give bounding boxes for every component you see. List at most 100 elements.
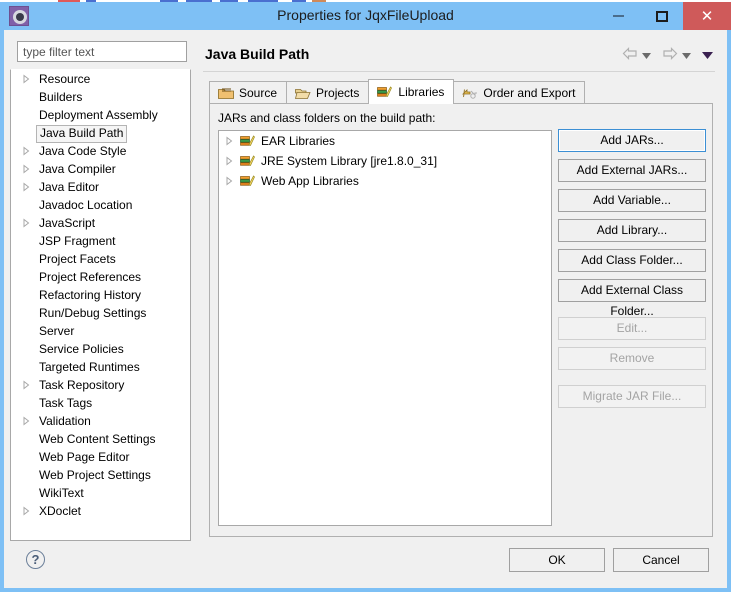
sidebar-item-run-debug-settings[interactable]: Run/Debug Settings [11,304,190,322]
order-export-arrows-icon [462,89,478,99]
sidebar-item-label: Targeted Runtimes [39,360,140,374]
sidebar-item-label: Deployment Assembly [39,108,158,122]
sidebar-item-service-policies[interactable]: Service Policies [11,340,190,358]
close-icon: ✕ [700,7,714,25]
sidebar-item-validation[interactable]: Validation [11,412,190,430]
expand-chevron-right-icon[interactable] [22,74,30,84]
expand-chevron-right-icon[interactable] [22,416,30,426]
sidebar-item-label: Run/Debug Settings [39,306,147,320]
sidebar-item-label: Validation [39,414,91,428]
sidebar-item-java-editor[interactable]: Java Editor [11,178,190,196]
sidebar-item-label: Project Facets [39,252,116,266]
tab-label: Projects [316,86,360,100]
expand-chevron-right-icon[interactable] [22,218,30,228]
sidebar-item-label: Java Editor [39,180,100,194]
library-tree-label: JRE System Library [jre1.8.0_31] [261,154,438,168]
sidebar-item-server[interactable]: Server [11,322,190,340]
sidebar-item-web-page-editor[interactable]: Web Page Editor [11,448,190,466]
expand-chevron-right-icon[interactable] [225,136,233,146]
library-tree-label: EAR Libraries [261,134,336,148]
forward-menu-chevron-down-icon[interactable] [682,48,691,62]
sidebar-item-label: Resource [39,72,91,86]
expand-chevron-right-icon[interactable] [22,164,30,174]
library-books-icon [377,86,393,98]
sidebar-item-wikitext[interactable]: WikiText [11,484,190,502]
tab-libraries[interactable]: Libraries [368,79,455,104]
expand-chevron-right-icon[interactable] [22,182,30,192]
back-menu-chevron-down-icon[interactable] [642,48,651,62]
expand-chevron-right-icon[interactable] [22,380,30,390]
settings-tree[interactable]: Resource Builders Deployment Assembly Java … [10,69,191,541]
library-tree-row[interactable]: EAR Libraries [219,131,551,151]
sidebar-item-label: Javadoc Location [39,198,133,212]
build-path-label: JARs and class folders on the build path… [218,111,436,125]
sidebar-item-deployment-assembly[interactable]: Deployment Assembly [11,106,190,124]
sidebar-item-web-project-settings[interactable]: Web Project Settings [11,466,190,484]
expand-chevron-right-icon[interactable] [22,146,30,156]
libraries-tree[interactable]: EAR Libraries JRE System Library [jre1.8.… [218,130,552,526]
page-nav-icons [622,47,713,63]
tab-label: Source [239,86,278,100]
add-jars-button[interactable]: Add JARs... [558,129,706,152]
forward-arrow-icon[interactable] [662,47,678,63]
sidebar-item-java-build-path[interactable]: Java Build Path [11,124,190,143]
sidebar-item-xdoclet[interactable]: XDoclet [11,502,190,520]
sidebar-item-web-content-settings[interactable]: Web Content Settings [11,430,190,448]
sidebar-item-project-references[interactable]: Project References [11,268,190,286]
sidebar-item-project-facets[interactable]: Project Facets [11,250,190,268]
add-variable-button[interactable]: Add Variable... [558,189,706,212]
page-menu-chevron-down-filled-icon[interactable] [702,48,713,62]
sidebar-item-task-tags[interactable]: Task Tags [11,394,190,412]
edit-button: Edit... [558,317,706,340]
properties-dialog-window: Properties for JqxFileUpload ✕ Resource B… [0,2,731,592]
remove-button: Remove [558,347,706,370]
library-books-icon [240,155,255,167]
add-external-class-folder-button[interactable]: Add External Class Folder... [558,279,706,318]
ok-button[interactable]: OK [509,548,605,572]
sidebar-item-label: JavaScript [39,216,96,230]
close-button[interactable]: ✕ [683,2,731,30]
expand-chevron-right-icon[interactable] [225,176,233,186]
sidebar-item-resource[interactable]: Resource [11,70,190,88]
sidebar-item-java-code-style[interactable]: Java Code Style [11,142,190,160]
tab-order-and-export[interactable]: Order and Export [453,81,586,104]
sidebar-item-label: Task Repository [39,378,125,392]
maximize-button[interactable] [640,2,683,30]
sidebar-item-targeted-runtimes[interactable]: Targeted Runtimes [11,358,190,376]
source-folder-icon [218,88,234,99]
sidebar-item-java-compiler[interactable]: Java Compiler [11,160,190,178]
cancel-button[interactable]: Cancel [613,548,709,572]
help-question-icon[interactable]: ? [26,550,45,569]
page-column: Java Build Path Source Projects Librarie… [197,36,721,541]
sidebar-item-label: Java Code Style [39,144,127,158]
title-separator [203,71,715,72]
library-tree-row[interactable]: JRE System Library [jre1.8.0_31] [219,151,551,171]
sidebar-item-jsp-fragment[interactable]: JSP Fragment [11,232,190,250]
tab-projects[interactable]: Projects [286,81,370,104]
add-library-button[interactable]: Add Library... [558,219,706,242]
sidebar-item-label: Web Project Settings [39,468,151,482]
sidebar-item-javadoc-location[interactable]: Javadoc Location [11,196,190,214]
sidebar-item-refactoring-history[interactable]: Refactoring History [11,286,190,304]
library-tree-row[interactable]: Web App Libraries [219,171,551,191]
tab-source[interactable]: Source [209,81,288,104]
dialog-body: Resource Builders Deployment Assembly Java … [4,30,727,588]
sidebar-item-javascript[interactable]: JavaScript [11,214,190,232]
sidebar-item-label: Java Build Path [36,125,128,143]
sidebar-item-label: Builders [39,90,83,104]
sidebar-item-builders[interactable]: Builders [11,88,190,106]
library-tree-label: Web App Libraries [261,174,359,188]
open-folder-icon [295,89,311,99]
minimize-icon [613,15,624,17]
add-class-folder-button[interactable]: Add Class Folder... [558,249,706,272]
sidebar-item-task-repository[interactable]: Task Repository [11,376,190,394]
expand-chevron-right-icon[interactable] [225,156,233,166]
expand-chevron-right-icon[interactable] [22,506,30,516]
sidebar-item-label: Web Content Settings [39,432,156,446]
filter-input[interactable] [17,41,187,62]
libraries-button-column: Add JARs... Add External JARs... Add Varia… [558,129,706,415]
minimize-button[interactable] [597,2,640,30]
add-external-jars-button[interactable]: Add External JARs... [558,159,706,182]
sidebar-item-label: Project References [39,270,142,284]
back-arrow-icon[interactable] [622,47,638,63]
